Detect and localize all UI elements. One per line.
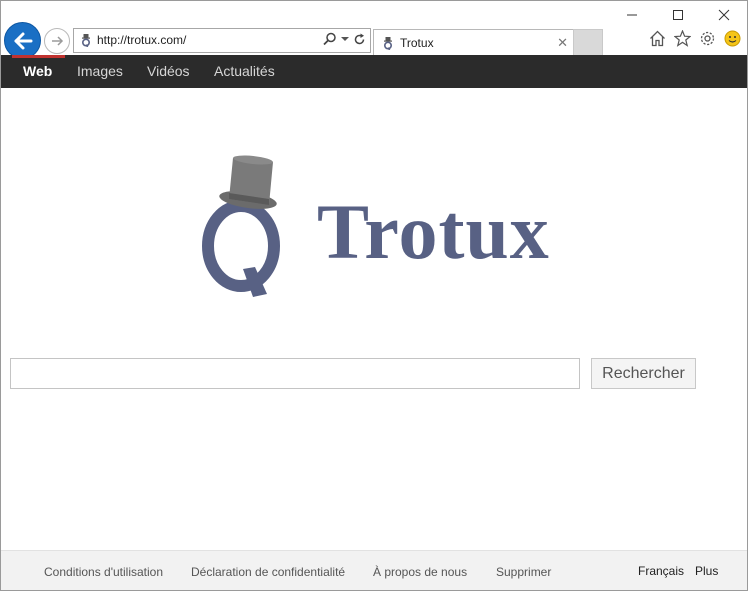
back-button[interactable]	[4, 22, 41, 59]
minimize-icon	[627, 14, 637, 16]
forward-button[interactable]	[44, 28, 70, 54]
browser-window: Trotux ✕ Web	[0, 0, 748, 591]
back-arrow-icon	[14, 32, 32, 49]
footer-language[interactable]: Français	[638, 564, 684, 578]
active-tab-indicator	[12, 55, 65, 58]
browser-toolbar-icons	[649, 30, 741, 47]
address-input[interactable]	[97, 31, 312, 49]
logo-wordmark: Trotux	[317, 188, 550, 275]
nav-images[interactable]: Images	[77, 63, 123, 79]
footer: Conditions d'utilisation Déclaration de …	[1, 550, 747, 590]
new-tab-button[interactable]	[573, 29, 603, 56]
minimize-button[interactable]	[609, 3, 655, 27]
nav-videos[interactable]: Vidéos	[147, 63, 190, 79]
favorites-star-icon[interactable]	[674, 30, 691, 47]
tab-close-button[interactable]: ✕	[557, 35, 568, 51]
chevron-down-icon[interactable]	[341, 36, 349, 42]
site-favicon-icon	[81, 34, 91, 47]
top-hat-q-logo-icon	[202, 155, 280, 297]
smiley-feedback-icon[interactable]	[724, 30, 741, 47]
footer-link-remove[interactable]: Supprimer	[496, 565, 551, 579]
nav-web[interactable]: Web	[23, 63, 52, 79]
close-button[interactable]	[701, 3, 747, 27]
search-button[interactable]: Rechercher	[591, 358, 696, 389]
browser-chrome: Trotux ✕	[1, 1, 747, 59]
nav-news[interactable]: Actualités	[214, 63, 275, 79]
forward-arrow-icon	[52, 36, 64, 46]
refresh-icon[interactable]	[353, 33, 366, 46]
address-bar[interactable]	[73, 28, 371, 53]
gear-icon[interactable]	[699, 30, 716, 47]
footer-link-terms[interactable]: Conditions d'utilisation	[44, 565, 163, 579]
site-logo: Trotux	[197, 151, 557, 301]
search-input[interactable]	[10, 358, 580, 389]
maximize-icon	[673, 10, 683, 20]
footer-link-about[interactable]: À propos de nous	[373, 565, 467, 579]
search-icon[interactable]	[323, 32, 337, 46]
maximize-button[interactable]	[655, 3, 701, 27]
window-controls	[609, 3, 747, 27]
tab-favicon-icon	[383, 37, 393, 50]
address-bar-icons	[323, 32, 366, 46]
home-icon[interactable]	[649, 30, 666, 47]
footer-more[interactable]: Plus	[695, 564, 718, 578]
browser-tab[interactable]: Trotux ✕	[373, 29, 574, 56]
tab-title: Trotux	[400, 36, 434, 50]
close-icon	[718, 9, 730, 21]
footer-link-privacy[interactable]: Déclaration de confidentialité	[191, 565, 345, 579]
site-nav: Web Images Vidéos Actualités	[1, 55, 747, 88]
